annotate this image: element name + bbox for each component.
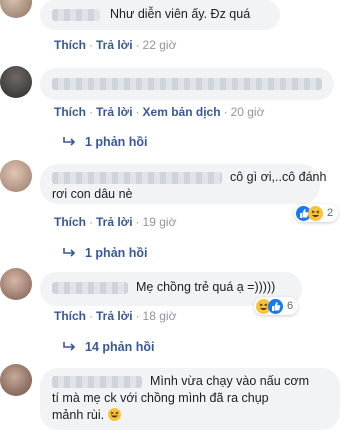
comment-text: Như diễn viên ấy. Đz quá: [110, 7, 251, 21]
avatar[interactable]: [0, 364, 32, 396]
comment-actions: Thích · Trả lời · 22 giờ: [54, 38, 177, 52]
blurred-author-name: [52, 78, 322, 90]
like-button[interactable]: Thích: [54, 215, 86, 229]
comment-text-line: Mình vừa chạy vào nấu cơm: [150, 374, 309, 388]
reply-arrow-icon: [63, 342, 76, 351]
comment-actions: Thích · Trả lời · Xem bản dịch · 20 giờ: [54, 105, 265, 119]
like-button[interactable]: Thích: [54, 38, 86, 52]
blurred-author-name: [52, 376, 142, 388]
replies-count: 14 phản hồi: [85, 340, 155, 354]
comment-text-fragment: mảnh rùi.: [52, 408, 105, 422]
rofl-emoji-icon: [107, 408, 121, 421]
like-button[interactable]: Thích: [54, 309, 86, 323]
timestamp[interactable]: 18 giờ: [143, 309, 177, 323]
view-replies-link[interactable]: 14 phản hồi: [62, 340, 154, 354]
timestamp[interactable]: 19 giờ: [143, 215, 177, 229]
comment-text-line: cô gì ơi,..cô đánh: [230, 170, 327, 184]
blurred-author-name: [52, 9, 100, 21]
comment-text-line: tí mà mẹ ck với chồng mình đã ra chụp: [52, 391, 269, 405]
like-reaction-icon: [268, 298, 283, 314]
avatar[interactable]: [0, 66, 32, 98]
avatar[interactable]: [0, 0, 32, 18]
view-replies-link[interactable]: 1 phản hồi: [62, 135, 148, 149]
avatar[interactable]: [0, 268, 32, 300]
timestamp[interactable]: 20 giờ: [231, 105, 265, 119]
reaction-count: 6: [287, 300, 294, 312]
comment-actions: Thích · Trả lời · 19 giờ: [54, 215, 177, 229]
comment-text-line: mảnh rùi.: [52, 407, 121, 424]
comment-text: Mẹ chồng trẻ quá ạ =))))): [136, 280, 276, 294]
replies-count: 1 phản hồi: [85, 135, 148, 149]
replies-count: 1 phản hồi: [85, 246, 148, 260]
reaction-count: 2: [327, 207, 334, 219]
comment-text-line: rơi con dâu nè: [52, 187, 133, 201]
reply-button[interactable]: Trả lời: [96, 38, 133, 52]
comment-actions: Thích · Trả lời · 18 giờ: [54, 309, 177, 323]
avatar[interactable]: [0, 160, 32, 192]
reply-button[interactable]: Trả lời: [96, 309, 133, 323]
view-replies-link[interactable]: 1 phản hồi: [62, 246, 148, 260]
blurred-author-name: [52, 282, 128, 294]
reply-arrow-icon: [63, 248, 76, 257]
see-translation-link[interactable]: Xem bản dịch: [143, 105, 221, 119]
blurred-author-name: [52, 172, 222, 184]
reply-button[interactable]: Trả lời: [96, 105, 133, 119]
like-button[interactable]: Thích: [54, 105, 86, 119]
reaction-summary[interactable]: 2: [294, 204, 339, 222]
reply-button[interactable]: Trả lời: [96, 215, 133, 229]
reaction-summary[interactable]: 6: [254, 297, 299, 315]
haha-reaction-icon: [308, 205, 323, 221]
reply-arrow-icon: [63, 137, 76, 146]
timestamp[interactable]: 22 giờ: [143, 38, 177, 52]
